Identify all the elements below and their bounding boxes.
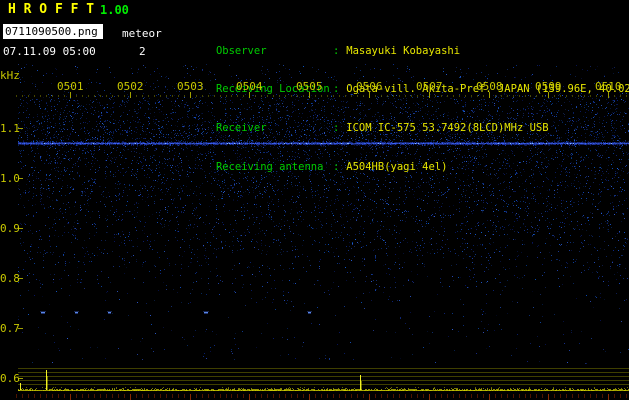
freq-axis-label: 1.1 <box>0 122 20 135</box>
station-value: ICOM IC-575 53.7492(8LCD)MHz USB <box>346 122 549 135</box>
app-title: H R O F F T <box>8 2 95 17</box>
station-label: Observer <box>215 44 267 57</box>
station-info: Observer: Masayuki Kobayashi Receiving Lo… <box>178 6 629 187</box>
hrofft-window: H R O F F T 1.00 0711090500.png meteor 0… <box>0 0 629 400</box>
timestamp-label: 07.11.09 05:00 <box>3 45 96 58</box>
echo-count: 2 <box>139 45 146 58</box>
freq-axis-label: 0.7 <box>0 322 20 335</box>
output-filename-badge: 0711090500.png <box>3 24 103 39</box>
freq-axis-label: 0.9 <box>0 222 20 235</box>
freq-axis-label: 0.8 <box>0 272 20 285</box>
station-label: Receiving antenna <box>215 160 324 173</box>
colon-separator: : <box>332 44 340 57</box>
station-value: Masayuki Kobayashi <box>346 44 461 57</box>
colon-separator: : <box>332 83 340 96</box>
time-axis-label: 0507 <box>416 80 443 93</box>
freq-axis-label: 1.0 <box>0 172 20 185</box>
station-row-observer: Observer: Masayuki Kobayashi <box>178 32 629 57</box>
station-row-receiver: Receiver: ICOM IC-575 53.7492(8LCD)MHz US… <box>178 109 629 134</box>
station-row-antenna: Receiving antenna: A504HB(yagi 4el) <box>178 148 629 173</box>
time-axis-label: 0505 <box>296 80 323 93</box>
time-axis-label: 0509 <box>535 80 562 93</box>
time-axis-label: 0506 <box>356 80 383 93</box>
time-axis-label: 0503 <box>177 80 204 93</box>
time-axis-label: 0508 <box>476 80 503 93</box>
freq-axis-label: 0.6 <box>0 372 20 385</box>
colon-separator: : <box>332 160 340 173</box>
time-axis-label: 0510 <box>595 80 622 93</box>
time-axis-label: 0504 <box>236 80 263 93</box>
colon-separator: : <box>332 122 340 135</box>
station-label: Receiver <box>215 122 267 135</box>
freq-unit-label: kHz <box>0 69 20 82</box>
time-axis-label: 0501 <box>57 80 84 93</box>
time-axis-label: 0502 <box>117 80 144 93</box>
mode-label: meteor <box>122 27 162 40</box>
station-value: A504HB(yagi 4el) <box>346 160 448 173</box>
app-version: 1.00 <box>100 3 129 17</box>
